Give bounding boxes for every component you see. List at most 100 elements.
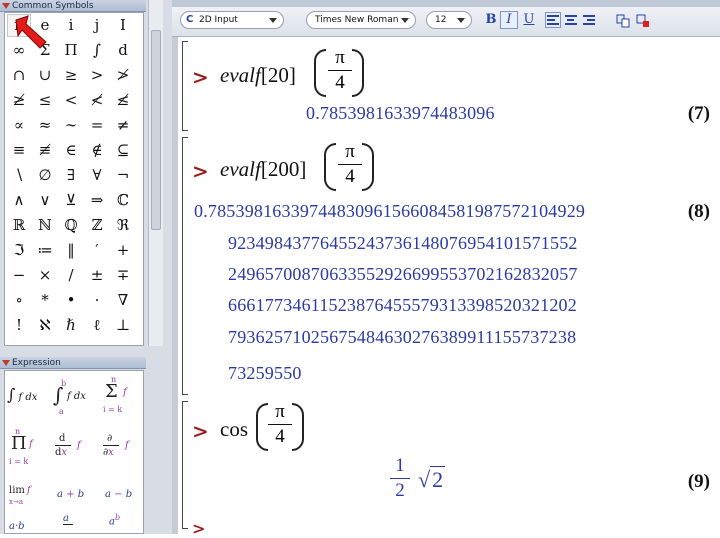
symbol-button[interactable]: ≯ [112, 65, 134, 86]
symbol-button[interactable]: ≰ [112, 90, 134, 111]
symbol-button[interactable]: ≱ [8, 90, 30, 111]
symbol-button[interactable]: ! [8, 315, 30, 336]
symbol-button[interactable]: · [86, 290, 108, 311]
expression-header[interactable]: Expression [0, 357, 146, 369]
symbol-button[interactable]: ∓ [112, 265, 134, 286]
palette-scrollbar-thumb[interactable] [151, 30, 161, 230]
fraction-template[interactable]: a [63, 513, 107, 534]
collapse-triangle-icon[interactable] [2, 360, 10, 366]
symbol-button[interactable]: ∩ [8, 65, 30, 86]
integral-template[interactable]: ∫ f dx [7, 385, 51, 425]
input-line-9[interactable]: cos [220, 417, 248, 442]
symbol-button[interactable]: ∀ [86, 165, 108, 186]
common-symbols-header[interactable]: Common Symbols [0, 0, 146, 12]
definite-integral-template[interactable]: b ∫ a f dx [53, 379, 97, 419]
symbol-button[interactable]: ∈ [60, 140, 82, 161]
worksheet[interactable]: > evalf[20] π4 0.7853981633974483096 (7)… [172, 37, 720, 538]
symbol-button[interactable]: ≔ [34, 240, 56, 261]
symbol-button[interactable]: ± [86, 265, 108, 286]
symbol-button[interactable]: ∪ [34, 65, 56, 86]
highlight-icon[interactable] [636, 13, 650, 27]
input-mode-select[interactable]: C 2D Input [180, 11, 284, 29]
italic-button[interactable]: I [500, 11, 518, 29]
symbol-button[interactable]: ⊥ [112, 315, 134, 336]
execution-group-bracket[interactable] [182, 137, 188, 395]
left-paren [256, 403, 268, 451]
symbol-button[interactable]: Π [60, 40, 82, 61]
symbol-button[interactable]: ∅ [34, 165, 56, 186]
symbol-button[interactable]: j [86, 15, 108, 36]
symbol-button[interactable]: = [86, 115, 108, 136]
symbol-button[interactable]: ∫ [86, 40, 108, 61]
symbol-button[interactable]: ≡ [8, 140, 30, 161]
symbol-button[interactable]: ≢ [34, 140, 56, 161]
font-size-select[interactable]: 12 [426, 11, 472, 29]
symbol-button[interactable]: ‖ [60, 240, 82, 261]
symbol-button[interactable]: ℂ [112, 190, 134, 211]
symbol-button[interactable]: / [60, 265, 82, 286]
input-line-7[interactable]: evalf[20] [220, 63, 296, 88]
symbol-button[interactable]: ℕ [34, 215, 56, 236]
symbol-button[interactable]: ℏ [60, 315, 82, 336]
palette-scrollbar[interactable] [148, 0, 163, 346]
symbol-button[interactable]: ℚ [60, 215, 82, 236]
multiplication-template[interactable]: a·b [9, 521, 53, 534]
power-template[interactable]: ab [109, 513, 153, 534]
symbol-button[interactable]: • [60, 290, 82, 311]
limit-template[interactable]: lim f x→a [9, 485, 53, 525]
symbol-button[interactable]: < [60, 90, 82, 111]
text-format-icon[interactable] [616, 13, 630, 28]
product-template[interactable]: nΠfi = k [7, 427, 51, 467]
symbol-button[interactable]: ℜ [112, 215, 134, 236]
align-left-button[interactable] [545, 12, 561, 28]
symbol-button[interactable]: ℝ [8, 215, 30, 236]
symbol-button[interactable]: d [112, 40, 134, 61]
symbol-button[interactable]: ¬ [112, 165, 134, 186]
equation-label-9: (9) [687, 471, 710, 492]
symbol-button[interactable]: × [34, 265, 56, 286]
symbol-button[interactable]: ′ [86, 240, 108, 261]
symbol-button[interactable]: * [34, 290, 56, 311]
symbol-button[interactable]: i [60, 15, 82, 36]
right-paren [362, 143, 374, 191]
sum-template[interactable]: nΣfi = k [101, 375, 145, 415]
symbol-button[interactable]: ≮ [86, 90, 108, 111]
symbol-button[interactable]: > [86, 65, 108, 86]
execution-group-bracket[interactable] [182, 401, 188, 529]
symbol-button[interactable]: ∃ [60, 165, 82, 186]
symbol-button[interactable]: ∨ [34, 190, 56, 211]
symbol-button[interactable]: I [112, 15, 134, 36]
bold-button[interactable]: B [482, 11, 500, 29]
partial-derivative-template[interactable]: ∂ ∂x f [103, 433, 147, 473]
output-line: 73259550 [228, 363, 302, 383]
symbol-button[interactable]: ℓ [86, 315, 108, 336]
align-right-button[interactable] [582, 13, 596, 27]
symbol-button[interactable]: ∇ [112, 290, 134, 311]
symbol-button[interactable]: ℑ [8, 240, 30, 261]
symbol-button[interactable]: ∝ [8, 115, 30, 136]
symbol-button[interactable]: ∉ [86, 140, 108, 161]
symbol-button[interactable]: ⊻ [60, 190, 82, 211]
font-family-select[interactable]: Times New Roman [306, 11, 416, 29]
symbol-button[interactable]: ≈ [34, 115, 56, 136]
symbol-button[interactable]: ∖ [8, 165, 30, 186]
collapse-triangle-icon[interactable] [2, 3, 10, 9]
symbol-button[interactable]: ⊆ [112, 140, 134, 161]
execution-group-bracket[interactable] [182, 41, 188, 131]
symbol-button[interactable]: ∘ [8, 290, 30, 311]
symbol-button[interactable]: ∼ [60, 115, 82, 136]
underline-button[interactable]: U [520, 11, 538, 29]
symbol-button[interactable]: ℵ [34, 315, 56, 336]
symbol-button[interactable]: ≥ [60, 65, 82, 86]
symbol-button[interactable]: + [112, 240, 134, 261]
align-center-button[interactable] [564, 13, 578, 27]
derivative-template[interactable]: d dx f [55, 433, 99, 473]
expression-grid: ∫ f dx b ∫ a f dx nΣfi = k nΠfi = k d dx f ∂ ∂… [4, 370, 144, 534]
input-line-8[interactable]: evalf[200] [220, 157, 306, 182]
symbol-button[interactable]: ≠ [112, 115, 134, 136]
symbol-button[interactable]: ⇒ [86, 190, 108, 211]
symbol-button[interactable]: ≤ [34, 90, 56, 111]
symbol-button[interactable]: ∧ [8, 190, 30, 211]
symbol-button[interactable]: − [8, 265, 30, 286]
symbol-button[interactable]: ℤ [86, 215, 108, 236]
